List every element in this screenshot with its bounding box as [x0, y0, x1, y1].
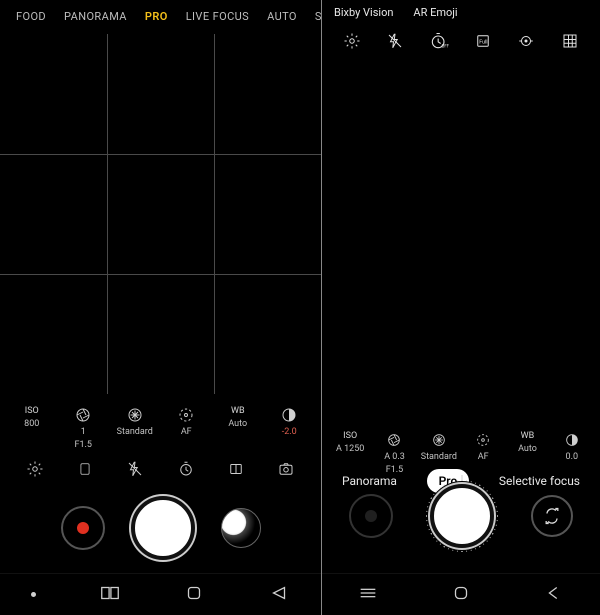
- pro-aperture[interactable]: 1 F1.5: [59, 406, 107, 450]
- pro-iso[interactable]: ISO A 1250: [328, 431, 372, 454]
- grid-line: [0, 154, 321, 155]
- capture-mode-icon[interactable]: [275, 458, 297, 480]
- record-button[interactable]: [61, 506, 105, 550]
- shutter-button[interactable]: [430, 484, 494, 548]
- full-icon[interactable]: Full: [472, 30, 494, 52]
- pro-filter[interactable]: Standard: [111, 406, 159, 437]
- top-tool-strip: OFF Full: [322, 30, 600, 52]
- back-button[interactable]: [543, 585, 565, 605]
- top-features: Bixby Vision AR Emoji: [322, 2, 600, 23]
- shutter-button[interactable]: [131, 496, 195, 560]
- shutter-dial[interactable]: [419, 473, 505, 559]
- pro-ev[interactable]: -2.0: [265, 406, 313, 437]
- timer-off-icon[interactable]: OFF: [428, 30, 450, 52]
- grid-icon[interactable]: [559, 30, 581, 52]
- switch-camera-button[interactable]: [531, 495, 573, 537]
- svg-text:Full: Full: [479, 39, 487, 45]
- viewfinder[interactable]: [0, 34, 321, 394]
- pro-iso[interactable]: ISO 800: [8, 406, 56, 429]
- timer-icon[interactable]: [175, 458, 197, 480]
- gallery-thumbnail[interactable]: [221, 508, 261, 548]
- pro-filter[interactable]: Standard: [417, 431, 461, 462]
- metering-icon[interactable]: [515, 30, 537, 52]
- phone-right: Bixby Vision AR Emoji OFF Full ISO A 125…: [322, 0, 600, 615]
- asterisk-icon: [126, 406, 144, 424]
- flash-off-icon[interactable]: [124, 458, 146, 480]
- flash-off-icon[interactable]: [384, 30, 406, 52]
- settings-icon[interactable]: [341, 30, 363, 52]
- asterisk-icon: [430, 431, 448, 449]
- settings-icon[interactable]: [24, 458, 46, 480]
- mode-panorama[interactable]: PANORAMA: [64, 10, 127, 23]
- phone-orientation-icon[interactable]: [74, 458, 96, 480]
- ar-emoji-link[interactable]: AR Emoji: [413, 6, 457, 19]
- svg-text:OFF: OFF: [442, 45, 450, 50]
- record-button[interactable]: [349, 494, 393, 538]
- mode-livefocus[interactable]: LIVE FOCUS: [186, 10, 249, 23]
- grid-line: [0, 274, 321, 275]
- grid-line: [214, 34, 215, 394]
- aperture-icon: [385, 431, 403, 449]
- shutter-row: [0, 496, 321, 560]
- home-button[interactable]: [450, 585, 472, 605]
- bixby-vision-link[interactable]: Bixby Vision: [334, 6, 393, 19]
- focus-icon: [474, 431, 492, 449]
- grid-line: [107, 34, 108, 394]
- pro-ev[interactable]: 0.0: [550, 431, 594, 462]
- phone-left: FOOD PANORAMA PRO LIVE FOCUS AUTO SU ISO…: [0, 0, 322, 615]
- back-button[interactable]: [268, 585, 290, 605]
- pro-focus[interactable]: AF: [162, 406, 210, 437]
- aspect-icon[interactable]: [225, 458, 247, 480]
- aperture-icon: [74, 406, 92, 424]
- home-button[interactable]: [183, 585, 205, 605]
- recents-button[interactable]: [99, 585, 121, 605]
- nav-indicator-dot: [31, 592, 36, 597]
- recents-button[interactable]: [357, 585, 379, 604]
- mode-auto[interactable]: AUTO: [267, 10, 297, 23]
- focus-icon: [177, 406, 195, 424]
- mode-more[interactable]: SU: [315, 10, 321, 23]
- quick-tools: [0, 458, 321, 480]
- nav-bar: [0, 573, 321, 615]
- camera-mode-strip[interactable]: FOOD PANORAMA PRO LIVE FOCUS AUTO SU: [0, 4, 321, 29]
- nav-bar: [322, 573, 600, 615]
- pro-focus[interactable]: AF: [461, 431, 505, 462]
- shutter-row: [322, 473, 600, 559]
- ev-icon: [280, 406, 298, 424]
- pro-wb[interactable]: WB Auto: [505, 431, 549, 454]
- pro-wb[interactable]: WB Auto: [214, 406, 262, 429]
- mode-food[interactable]: FOOD: [16, 10, 46, 23]
- mode-pro[interactable]: PRO: [145, 10, 168, 23]
- ev-icon: [563, 431, 581, 449]
- pro-controls-row: ISO 800 1 F1.5 Standard AF WB Auto: [0, 406, 321, 450]
